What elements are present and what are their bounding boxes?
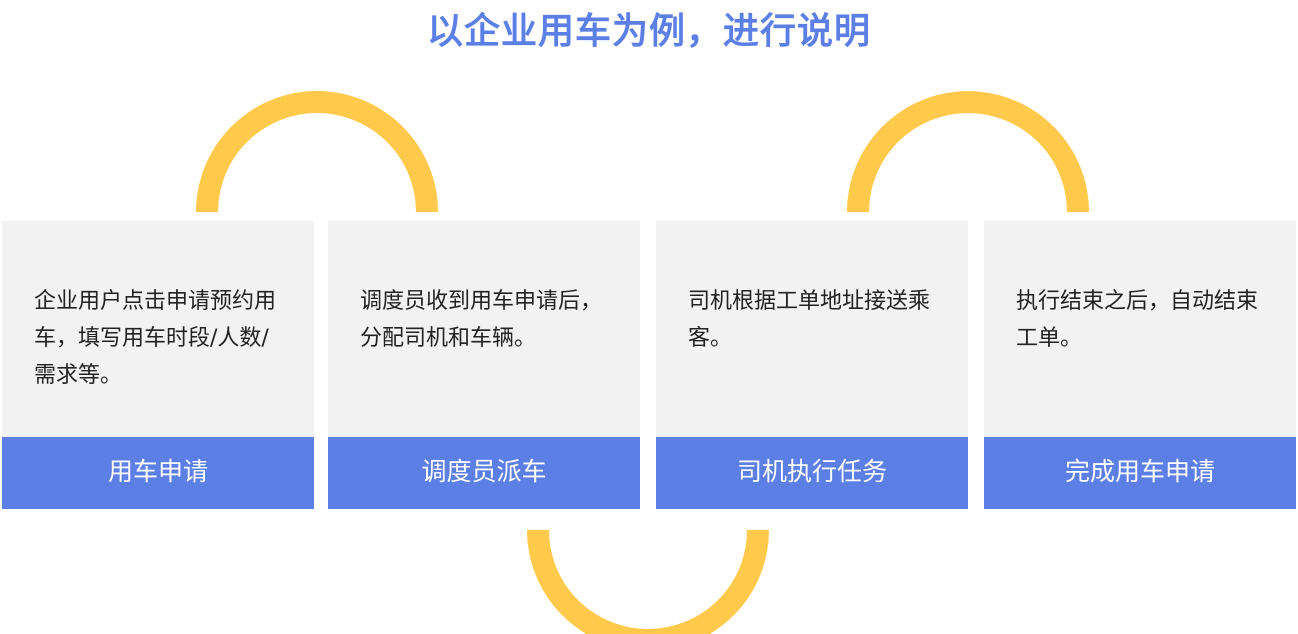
step-card-2: 调度员收到用车申请后，分配司机和车辆。 调度员派车	[328, 221, 640, 509]
step-card-body: 执行结束之后，自动结束工单。	[984, 221, 1296, 437]
step-description: 司机根据工单地址接送乘客。	[688, 289, 931, 351]
step-label: 调度员派车	[328, 437, 640, 509]
step-card-1: 企业用户点击申请预约用车，填写用车时段/人数/需求等。 用车申请	[2, 221, 314, 509]
connector-arc-2-3	[527, 529, 769, 634]
step-label: 用车申请	[2, 437, 314, 509]
step-description: 企业用户点击申请预约用车，填写用车时段/人数/需求等。	[34, 289, 277, 388]
connector-arc-1-2	[196, 91, 438, 213]
step-description: 调度员收到用车申请后，分配司机和车辆。	[360, 289, 603, 351]
step-card-body: 调度员收到用车申请后，分配司机和车辆。	[328, 221, 640, 437]
connector-arc-3-4	[847, 91, 1089, 213]
step-card-body: 企业用户点击申请预约用车，填写用车时段/人数/需求等。	[2, 221, 314, 437]
step-label: 司机执行任务	[656, 437, 968, 509]
diagram-title: 以企业用车为例，进行说明	[426, 11, 871, 52]
step-description: 执行结束之后，自动结束工单。	[1016, 289, 1259, 351]
step-card-4: 执行结束之后，自动结束工单。 完成用车申请	[984, 221, 1296, 509]
step-card-body: 司机根据工单地址接送乘客。	[656, 221, 968, 437]
step-card-3: 司机根据工单地址接送乘客。 司机执行任务	[656, 221, 968, 509]
step-label: 完成用车申请	[984, 437, 1296, 509]
